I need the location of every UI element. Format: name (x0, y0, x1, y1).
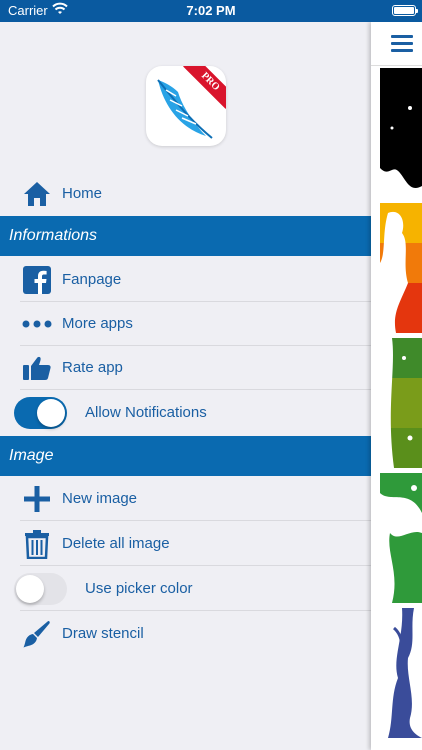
status-time: 7:02 PM (186, 3, 236, 18)
stencil-image (380, 338, 422, 468)
side-menu: PRO Home Informations Fanpage More apps (0, 22, 371, 750)
menu-item-label: Fanpage (62, 271, 122, 288)
more-dots-icon (22, 320, 52, 328)
navigation-bar (371, 22, 422, 66)
stencil-thumbnail[interactable] (380, 338, 422, 468)
stencil-thumbnail[interactable] (380, 203, 422, 333)
brush-icon (23, 621, 50, 648)
menu-item-label: Use picker color (85, 580, 193, 597)
toggle-knob (16, 575, 44, 603)
divider (20, 389, 371, 390)
menu-item-more-apps[interactable]: More apps (0, 302, 371, 346)
home-icon (24, 182, 50, 206)
app-logo: PRO (146, 66, 226, 146)
stencil-image (380, 485, 422, 603)
menu-item-label: Home (62, 185, 103, 202)
menu-item-rate-app[interactable]: Rate app (0, 346, 371, 390)
menu-item-label: Delete all image (62, 535, 170, 552)
divider (20, 520, 371, 521)
toggle-knob (37, 399, 65, 427)
stencil-image (380, 203, 422, 333)
picker-color-toggle[interactable] (14, 573, 67, 605)
menu-item-label: New image (62, 490, 138, 507)
divider (20, 610, 371, 611)
menu-item-label: More apps (62, 315, 133, 332)
section-title: Image (9, 447, 54, 464)
notifications-toggle[interactable] (14, 397, 67, 429)
section-header-image: Image (0, 436, 371, 476)
menu-item-label: Draw stencil (62, 625, 144, 642)
stencil-image (380, 106, 422, 198)
trash-icon (25, 530, 49, 559)
section-title: Informations (9, 227, 98, 244)
stencil-thumbnail[interactable] (380, 68, 422, 198)
stencil-thumbnail[interactable] (380, 473, 422, 603)
menu-item-fanpage[interactable]: Fanpage (0, 258, 371, 302)
menu-item-home[interactable]: Home (0, 172, 371, 216)
divider (20, 565, 371, 566)
menu-item-label: Rate app (62, 359, 123, 376)
menu-item-draw-stencil[interactable]: Draw stencil (0, 612, 371, 656)
section-header-informations: Informations (0, 216, 371, 256)
menu-item-use-picker-color: Use picker color (0, 567, 371, 611)
stencil-thumbnail[interactable] (380, 608, 422, 738)
stencil-image (388, 608, 422, 738)
hamburger-menu-icon[interactable] (391, 35, 413, 53)
menu-item-new-image[interactable]: New image (0, 477, 371, 521)
battery-icon (392, 5, 418, 16)
plus-icon (24, 486, 50, 512)
menu-item-label: Allow Notifications (85, 404, 207, 421)
menu-item-allow-notifications: Allow Notifications (0, 391, 371, 435)
facebook-icon (23, 266, 51, 294)
thumbs-up-icon (23, 356, 51, 380)
main-content-panel (371, 22, 422, 750)
menu-item-delete-all-image[interactable]: Delete all image (0, 522, 371, 566)
status-bar: Carrier 7:02 PM (0, 0, 422, 22)
